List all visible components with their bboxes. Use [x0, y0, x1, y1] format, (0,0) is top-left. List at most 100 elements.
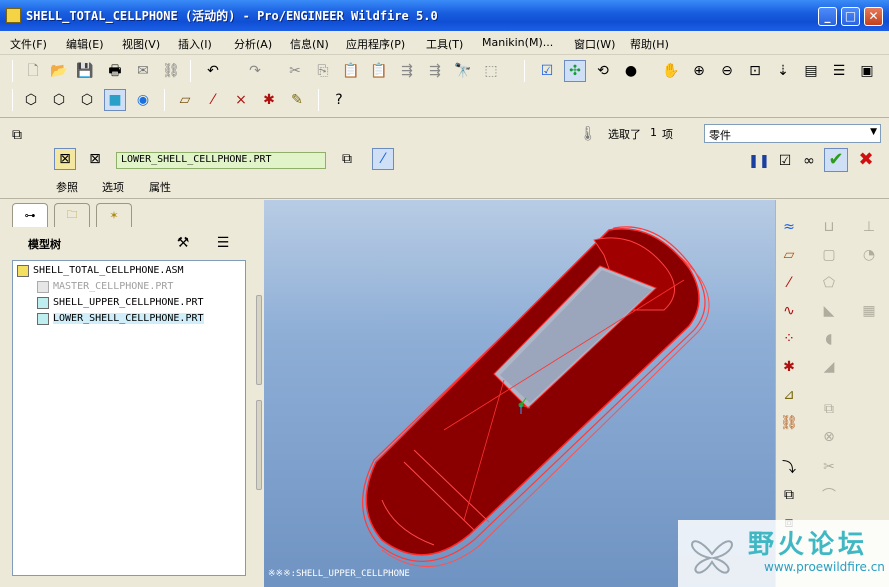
menu-edit[interactable]: 编辑(E)	[66, 36, 104, 52]
pause-icon[interactable]: ❚❚	[748, 150, 770, 172]
preview-checkbox[interactable]: ☑	[774, 150, 796, 172]
cancel-icon[interactable]: ✖	[854, 148, 878, 172]
tab-properties[interactable]: 属性	[149, 179, 171, 195]
menu-insert[interactable]: 插入(I)	[178, 36, 212, 52]
insert-icon[interactable]: ⤵	[778, 456, 800, 478]
menu-tools[interactable]: 工具(T)	[426, 36, 463, 52]
zoom-in-icon[interactable]: ⊕	[688, 60, 710, 82]
selection-type-select[interactable]: 零件 ▼	[704, 124, 881, 143]
tree-item-assembly[interactable]: SHELL_TOTAL_CELLPHONE.ASM	[17, 263, 184, 278]
copy-geometry-icon[interactable]: ⧉	[778, 484, 800, 506]
copy-options-icon[interactable]: ⧉	[336, 148, 358, 170]
chain-tool-icon[interactable]: ⛓	[778, 412, 800, 434]
reference-collector-icon[interactable]: ⊠	[54, 148, 76, 170]
tree-item-lower-shell[interactable]: LOWER_SHELL_CELLPHONE.PRT	[37, 311, 204, 326]
tab-references[interactable]: 参照	[56, 179, 78, 195]
draft-icon[interactable]: ⬠	[818, 272, 840, 294]
datum-plane-icon[interactable]: ▱	[778, 244, 800, 266]
refit-icon[interactable]: ⊡	[744, 60, 766, 82]
chamfer-icon[interactable]: ◢	[818, 356, 840, 378]
tree-item-upper-shell[interactable]: SHELL_UPPER_CELLPHONE.PRT	[37, 295, 204, 310]
panel-splitter[interactable]	[256, 400, 262, 490]
panel-splitter[interactable]	[256, 295, 262, 385]
menu-applications[interactable]: 应用程序(P)	[346, 36, 405, 52]
reference-field[interactable]: LOWER_SHELL_CELLPHONE.PRT	[116, 152, 326, 169]
copy-icon[interactable]: ⎘	[312, 60, 334, 82]
settings-tools-icon[interactable]: ⚒	[172, 232, 194, 254]
wireframe-icon[interactable]: ⬡	[20, 89, 42, 111]
preview-glasses-icon[interactable]: ∞	[798, 150, 820, 172]
pan-hand-icon[interactable]: ✋	[660, 60, 682, 82]
selection-box-icon[interactable]: ⬚	[480, 60, 502, 82]
datum-axis-icon[interactable]: ⁄	[778, 272, 800, 294]
hidden-line-icon[interactable]: ⬡	[48, 89, 70, 111]
menu-file[interactable]: 文件(F)	[10, 36, 47, 52]
menu-help[interactable]: 帮助(H)	[630, 36, 669, 52]
cut-icon[interactable]: ✂	[284, 60, 306, 82]
hole-icon[interactable]: ◖	[818, 328, 840, 350]
menu-window[interactable]: 窗口(W)	[574, 36, 615, 52]
pattern-icon[interactable]: ▦	[858, 300, 880, 322]
email-link-icon[interactable]: ⛓	[160, 60, 182, 82]
tab-folder-browser[interactable]: 🗀	[54, 203, 90, 227]
regen-manager-icon[interactable]: ⇶	[424, 60, 446, 82]
intersect-icon[interactable]: ⊗	[818, 426, 840, 448]
undo-icon[interactable]: ↶	[202, 60, 224, 82]
open-file-icon[interactable]: 📂	[48, 60, 70, 82]
merge-icon[interactable]: ⧉	[818, 398, 840, 420]
show-menu-icon[interactable]: ☰	[212, 232, 234, 254]
datum-point-display-icon[interactable]: ×	[230, 89, 252, 111]
tree-item-master[interactable]: MASTER_CELLPHONE.PRT	[37, 279, 173, 294]
menu-analysis[interactable]: 分析(A)	[234, 36, 272, 52]
tab-favorites[interactable]: ✶	[96, 203, 132, 227]
view-manager-icon[interactable]: ▣	[856, 60, 878, 82]
no-hidden-icon[interactable]: ⬡	[76, 89, 98, 111]
tab-options[interactable]: 选项	[102, 179, 124, 195]
email-icon[interactable]: ✉	[132, 60, 154, 82]
mirror-icon[interactable]: ⊥	[858, 216, 880, 238]
appearance-gallery-icon[interactable]: ●	[620, 60, 642, 82]
layers-icon[interactable]: ☰	[828, 60, 850, 82]
context-help-icon[interactable]: ?	[328, 89, 350, 111]
find-icon[interactable]: 🔭	[452, 60, 474, 82]
repaint-icon[interactable]: ☑	[536, 60, 558, 82]
paste-special-icon[interactable]: 📋	[368, 60, 390, 82]
tab-model-tree[interactable]: ⊶	[12, 203, 48, 227]
maximize-button[interactable]: □	[841, 7, 860, 26]
zoom-out-icon[interactable]: ⊖	[716, 60, 738, 82]
round-icon[interactable]: ◔	[858, 244, 880, 266]
datum-point-icon[interactable]: ⁘	[778, 328, 800, 350]
extend-icon[interactable]: ⌒	[818, 484, 840, 506]
title-bar[interactable]: SHELL_TOTAL_CELLPHONE (活动的) - Pro/ENGINE…	[0, 0, 889, 31]
coordinate-system-display-icon[interactable]: ✱	[258, 89, 280, 111]
spin-center-icon[interactable]: ✣	[564, 60, 586, 82]
minimize-button[interactable]: _	[818, 7, 837, 26]
trim-icon[interactable]: ✂	[818, 456, 840, 478]
reorient-icon[interactable]: ⇣	[772, 60, 794, 82]
sketch-tool-icon[interactable]: ≈	[778, 216, 800, 238]
edge-chain-icon[interactable]: ⁄	[372, 148, 394, 170]
extrude-icon[interactable]: ⊔	[818, 216, 840, 238]
datum-axis-display-icon[interactable]: ⁄	[202, 89, 224, 111]
new-file-icon[interactable]: 🗋	[22, 60, 44, 82]
enhanced-realism-icon[interactable]: ◉	[132, 89, 154, 111]
orient-mode-icon[interactable]: ⟲	[592, 60, 614, 82]
confirm-icon[interactable]: ✔	[824, 148, 848, 172]
reference-type-icon[interactable]: ⊠	[84, 148, 106, 170]
regenerate-icon[interactable]: ⇶	[396, 60, 418, 82]
datum-curve-icon[interactable]: ∿	[778, 300, 800, 322]
rib-icon[interactable]: ◣	[818, 300, 840, 322]
datum-plane-display-icon[interactable]: ▱	[174, 89, 196, 111]
close-button[interactable]: ✕	[864, 7, 883, 26]
shell-icon[interactable]: ▢	[818, 244, 840, 266]
paste-icon[interactable]: 📋	[340, 60, 362, 82]
shading-icon[interactable]: ■	[104, 89, 126, 111]
save-icon[interactable]: 💾	[74, 60, 96, 82]
coordinate-system-icon[interactable]: ✱	[778, 356, 800, 378]
print-icon[interactable]: 🖶	[104, 60, 126, 82]
saved-views-icon[interactable]: ▤	[800, 60, 822, 82]
redo-icon[interactable]: ↷	[244, 60, 266, 82]
menu-manikin[interactable]: Manikin(M)...	[482, 36, 553, 49]
menu-view[interactable]: 视图(V)	[122, 36, 160, 52]
analysis-feature-icon[interactable]: ⊿	[778, 384, 800, 406]
